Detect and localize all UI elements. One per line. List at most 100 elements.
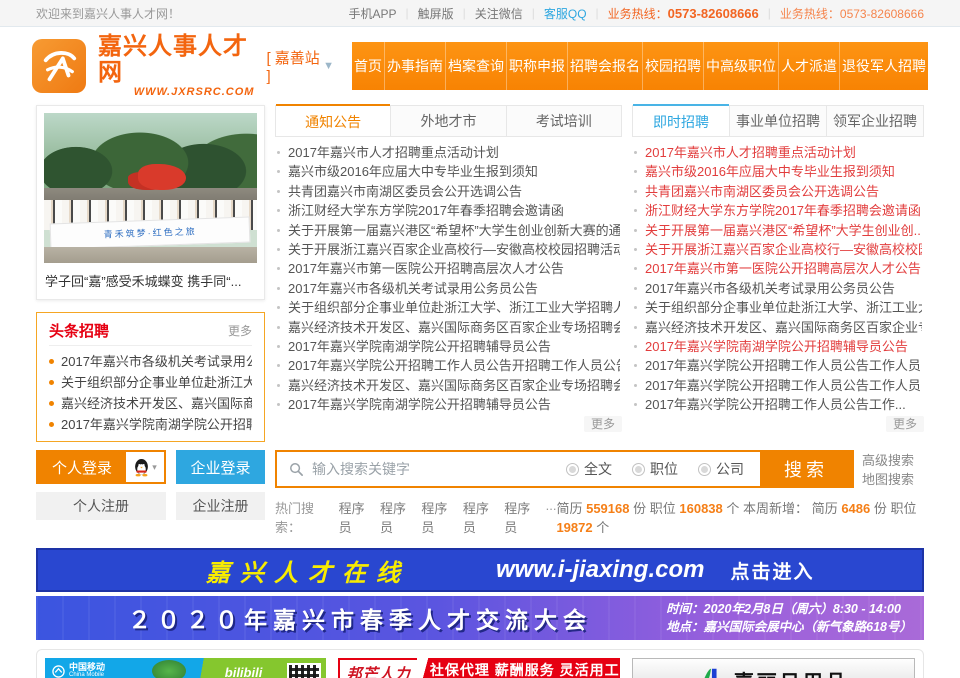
link-mobile-app[interactable]: 手机APP bbox=[348, 5, 396, 22]
link-wechat[interactable]: 关注微信 bbox=[475, 5, 523, 22]
headline-item[interactable]: 关于组织部分企事业单位赴浙江大学... bbox=[49, 372, 252, 393]
notice-item[interactable]: 2017年嘉兴市各级机关考试录用公务员公告 bbox=[277, 279, 620, 298]
scope-company[interactable]: 公司 bbox=[698, 459, 744, 479]
divider: | bbox=[768, 6, 771, 20]
headline-title: 头条招聘 bbox=[49, 320, 109, 341]
tab-public-institution-jobs[interactable]: 事业单位招聘 bbox=[729, 106, 826, 136]
job-item[interactable]: 2017年嘉兴市第一医院公开招聘高层次人才公告 bbox=[634, 259, 922, 278]
bangmang-hr-ad[interactable]: 邦芒人力 50bm.com 社保代理 薪酬服务 灵活用工 业务外包 人事代理 求… bbox=[338, 658, 619, 678]
radio-position-icon[interactable] bbox=[632, 463, 645, 476]
radio-fulltext-icon[interactable] bbox=[566, 463, 579, 476]
banner1-title: 嘉兴人才在线 bbox=[206, 553, 410, 588]
job-item[interactable]: 共青团嘉兴市南湖区委员会公开选调公告 bbox=[634, 182, 922, 201]
notices-column: 通知公告 外地才市 考试培训 2017年嘉兴市人才招聘重点活动计划 嘉兴市级20… bbox=[275, 105, 622, 442]
job-item[interactable]: 2017年嘉兴市人才招聘重点活动计划 bbox=[634, 143, 922, 162]
headline-more-link[interactable]: 更多 bbox=[228, 322, 252, 339]
tab-other-markets[interactable]: 外地才市 bbox=[390, 106, 505, 136]
job-item[interactable]: 浙江财经大学东方学院2017年春季招聘会邀请函 bbox=[634, 201, 922, 220]
search-input[interactable] bbox=[312, 461, 566, 477]
notices-more-link[interactable]: 更多 bbox=[584, 416, 622, 432]
hot-search-term[interactable]: 程序员 bbox=[463, 498, 496, 536]
job-item[interactable]: 2017年嘉兴学院公开招聘工作人员公告工作... bbox=[634, 395, 922, 414]
job-item[interactable]: 关于开展浙江嘉兴百家企业高校行—安徽高校校园... bbox=[634, 240, 922, 259]
site-logo[interactable] bbox=[32, 39, 86, 93]
notice-item[interactable]: 嘉兴市级2016年应届大中专毕业生报到须知 bbox=[277, 162, 620, 181]
ad-globe-graphic bbox=[152, 660, 186, 678]
logo-figure-icon bbox=[40, 47, 78, 85]
scope-fulltext[interactable]: 全文 bbox=[566, 459, 612, 479]
qq-login-dropdown[interactable]: ▾ bbox=[126, 452, 164, 482]
notice-item[interactable]: 关于组织部分企事业单位赴浙江大学、浙江工业大学招聘人才的... bbox=[277, 298, 620, 317]
notice-item[interactable]: 关于开展浙江嘉兴百家企业高校行—安徽高校校园招聘活动的通... bbox=[277, 240, 620, 259]
nav-home[interactable]: 首页 bbox=[352, 42, 384, 90]
job-item[interactable]: 嘉兴经济技术开发区、嘉兴国际商务区百家企业专... bbox=[634, 318, 922, 337]
nav-archive-query[interactable]: 档案查询 bbox=[445, 42, 506, 90]
notice-item[interactable]: 嘉兴经济技术开发区、嘉兴国际商务区百家企业专场招聘会公告 bbox=[277, 376, 620, 395]
tab-notices[interactable]: 通知公告 bbox=[276, 104, 390, 136]
headline-item[interactable]: 2017年嘉兴学院南湖学院公开招聘辅... bbox=[49, 414, 252, 435]
job-item[interactable]: 嘉兴市级2016年应届大中专毕业生报到须知 bbox=[634, 162, 922, 181]
scope-position[interactable]: 职位 bbox=[632, 459, 678, 479]
dropdown-arrow-icon: ▾ bbox=[152, 462, 157, 473]
station-selector[interactable]: [ 嘉善站 ] ▼ bbox=[266, 47, 334, 85]
job-item[interactable]: 2017年嘉兴市各级机关考试录用公务员公告 bbox=[634, 279, 922, 298]
advanced-search-links: 高级搜索 地图搜索 bbox=[862, 450, 924, 489]
divider: | bbox=[596, 6, 599, 20]
notice-item[interactable]: 2017年嘉兴学院南湖学院公开招聘辅导员公告 bbox=[277, 395, 620, 414]
nav-guide[interactable]: 办事指南 bbox=[384, 42, 445, 90]
notice-item[interactable]: 关于开展第一届嘉兴港区“希望杯”大学生创业创新大赛的通知 bbox=[277, 221, 620, 240]
hotline-secondary: 业务热线：0573-82608666 bbox=[780, 5, 924, 22]
headline-item[interactable]: 嘉兴经济技术开发区、嘉兴国际商务... bbox=[49, 393, 252, 414]
notice-item[interactable]: 2017年嘉兴学院公开招聘工作人员公告开招聘工作人员公告开... bbox=[277, 356, 620, 375]
search-button[interactable]: 搜索 bbox=[760, 452, 852, 486]
headline-item[interactable]: 2017年嘉兴市各级机关考试录用公务... bbox=[49, 351, 252, 372]
news-photo: 青禾筑梦·红色之旅 bbox=[44, 113, 257, 263]
nav-title-declare[interactable]: 职称申报 bbox=[506, 42, 567, 90]
hot-search-term[interactable]: 程序员 bbox=[504, 498, 537, 536]
china-mobile-ad[interactable]: 中国移动 China Mobile 移动花卡 bilibili 季度会员 bbox=[45, 658, 326, 678]
jiali-daily-goods-ad[interactable]: JALY 嘉丽日用品 bbox=[632, 658, 915, 678]
hot-search-ellipsis: ... bbox=[546, 498, 557, 536]
nav-senior-jobs[interactable]: 中高级职位 bbox=[703, 42, 778, 90]
nav-jobfair-signup[interactable]: 招聘会报名 bbox=[567, 42, 642, 90]
personal-register-button[interactable]: 个人注册 bbox=[36, 492, 166, 520]
main-nav: 首页 办事指南 档案查询 职称申报 招聘会报名 校园招聘 中高级职位 人才派遣 … bbox=[352, 42, 928, 90]
nav-campus-recruit[interactable]: 校园招聘 bbox=[642, 42, 703, 90]
hot-search-term[interactable]: 程序员 bbox=[421, 498, 454, 536]
photo-caption[interactable]: 学子回“嘉”感受禾城蝶变 携手同“... bbox=[44, 263, 257, 292]
notice-item[interactable]: 2017年嘉兴市人才招聘重点活动计划 bbox=[277, 143, 620, 162]
notice-item[interactable]: 浙江财经大学东方学院2017年春季招聘会邀请函 bbox=[277, 201, 620, 220]
personal-login-button[interactable]: 个人登录 bbox=[38, 452, 126, 482]
job-item[interactable]: 2017年嘉兴学院南湖学院公开招聘辅导员公告 bbox=[634, 337, 922, 356]
link-touch-version[interactable]: 触屏版 bbox=[418, 5, 454, 22]
qq-icon bbox=[133, 458, 150, 477]
company-register-button[interactable]: 企业注册 bbox=[176, 492, 265, 520]
notice-item[interactable]: 共青团嘉兴市南湖区委员会公开选调公告 bbox=[277, 182, 620, 201]
tab-instant-jobs[interactable]: 即时招聘 bbox=[633, 104, 729, 136]
news-photo-card[interactable]: 青禾筑梦·红色之旅 学子回“嘉”感受禾城蝶变 携手同“... bbox=[36, 105, 265, 300]
tab-leading-company-jobs[interactable]: 领军企业招聘 bbox=[826, 106, 923, 136]
hot-search-term[interactable]: 程序员 bbox=[339, 498, 372, 536]
link-service-qq[interactable]: 客服QQ bbox=[544, 5, 587, 22]
map-search-link[interactable]: 地图搜索 bbox=[862, 470, 924, 489]
site-stats: 简历 559168 份 职位 160838 个 本周新增： 简历 6486 份 … bbox=[556, 498, 924, 536]
radio-company-icon[interactable] bbox=[698, 463, 711, 476]
company-login-button[interactable]: 企业登录 bbox=[176, 450, 265, 484]
job-item[interactable]: 2017年嘉兴学院公开招聘工作人员公告工作人员... bbox=[634, 376, 922, 395]
job-item[interactable]: 关于组织部分企事业单位赴浙江大学、浙江工业大... bbox=[634, 298, 922, 317]
job-item[interactable]: 2017年嘉兴学院公开招聘工作人员公告工作人员... bbox=[634, 356, 922, 375]
hot-search-term[interactable]: 程序员 bbox=[380, 498, 413, 536]
jiaxing-talent-online-banner[interactable]: 嘉兴人才在线 www.i-jiaxing.com 点击进入 bbox=[36, 548, 924, 592]
tab-exam-training[interactable]: 考试培训 bbox=[506, 106, 621, 136]
notices-list: 2017年嘉兴市人才招聘重点活动计划 嘉兴市级2016年应届大中专毕业生报到须知… bbox=[275, 137, 622, 415]
welcome-text: 欢迎来到嘉兴人事人才网！ bbox=[36, 5, 180, 22]
advanced-search-link[interactable]: 高级搜索 bbox=[862, 451, 924, 470]
nav-veteran-recruit[interactable]: 退役军人招聘 bbox=[839, 42, 928, 90]
spring-jobfair-banner[interactable]: ２０２０年嘉兴市春季人才交流大会 时间：2020年2月8日（周六）8:30 - … bbox=[36, 596, 924, 640]
nav-talent-dispatch[interactable]: 人才派遣 bbox=[778, 42, 839, 90]
notice-item[interactable]: 2017年嘉兴市第一医院公开招聘高层次人才公告 bbox=[277, 259, 620, 278]
jobs-more-link[interactable]: 更多 bbox=[886, 416, 924, 432]
notice-item[interactable]: 2017年嘉兴学院南湖学院公开招聘辅导员公告 bbox=[277, 337, 620, 356]
job-item[interactable]: 关于开展第一届嘉兴港区“希望杯”大学生创业创... bbox=[634, 221, 922, 240]
notice-item[interactable]: 嘉兴经济技术开发区、嘉兴国际商务区百家企业专场招聘会公告 bbox=[277, 318, 620, 337]
